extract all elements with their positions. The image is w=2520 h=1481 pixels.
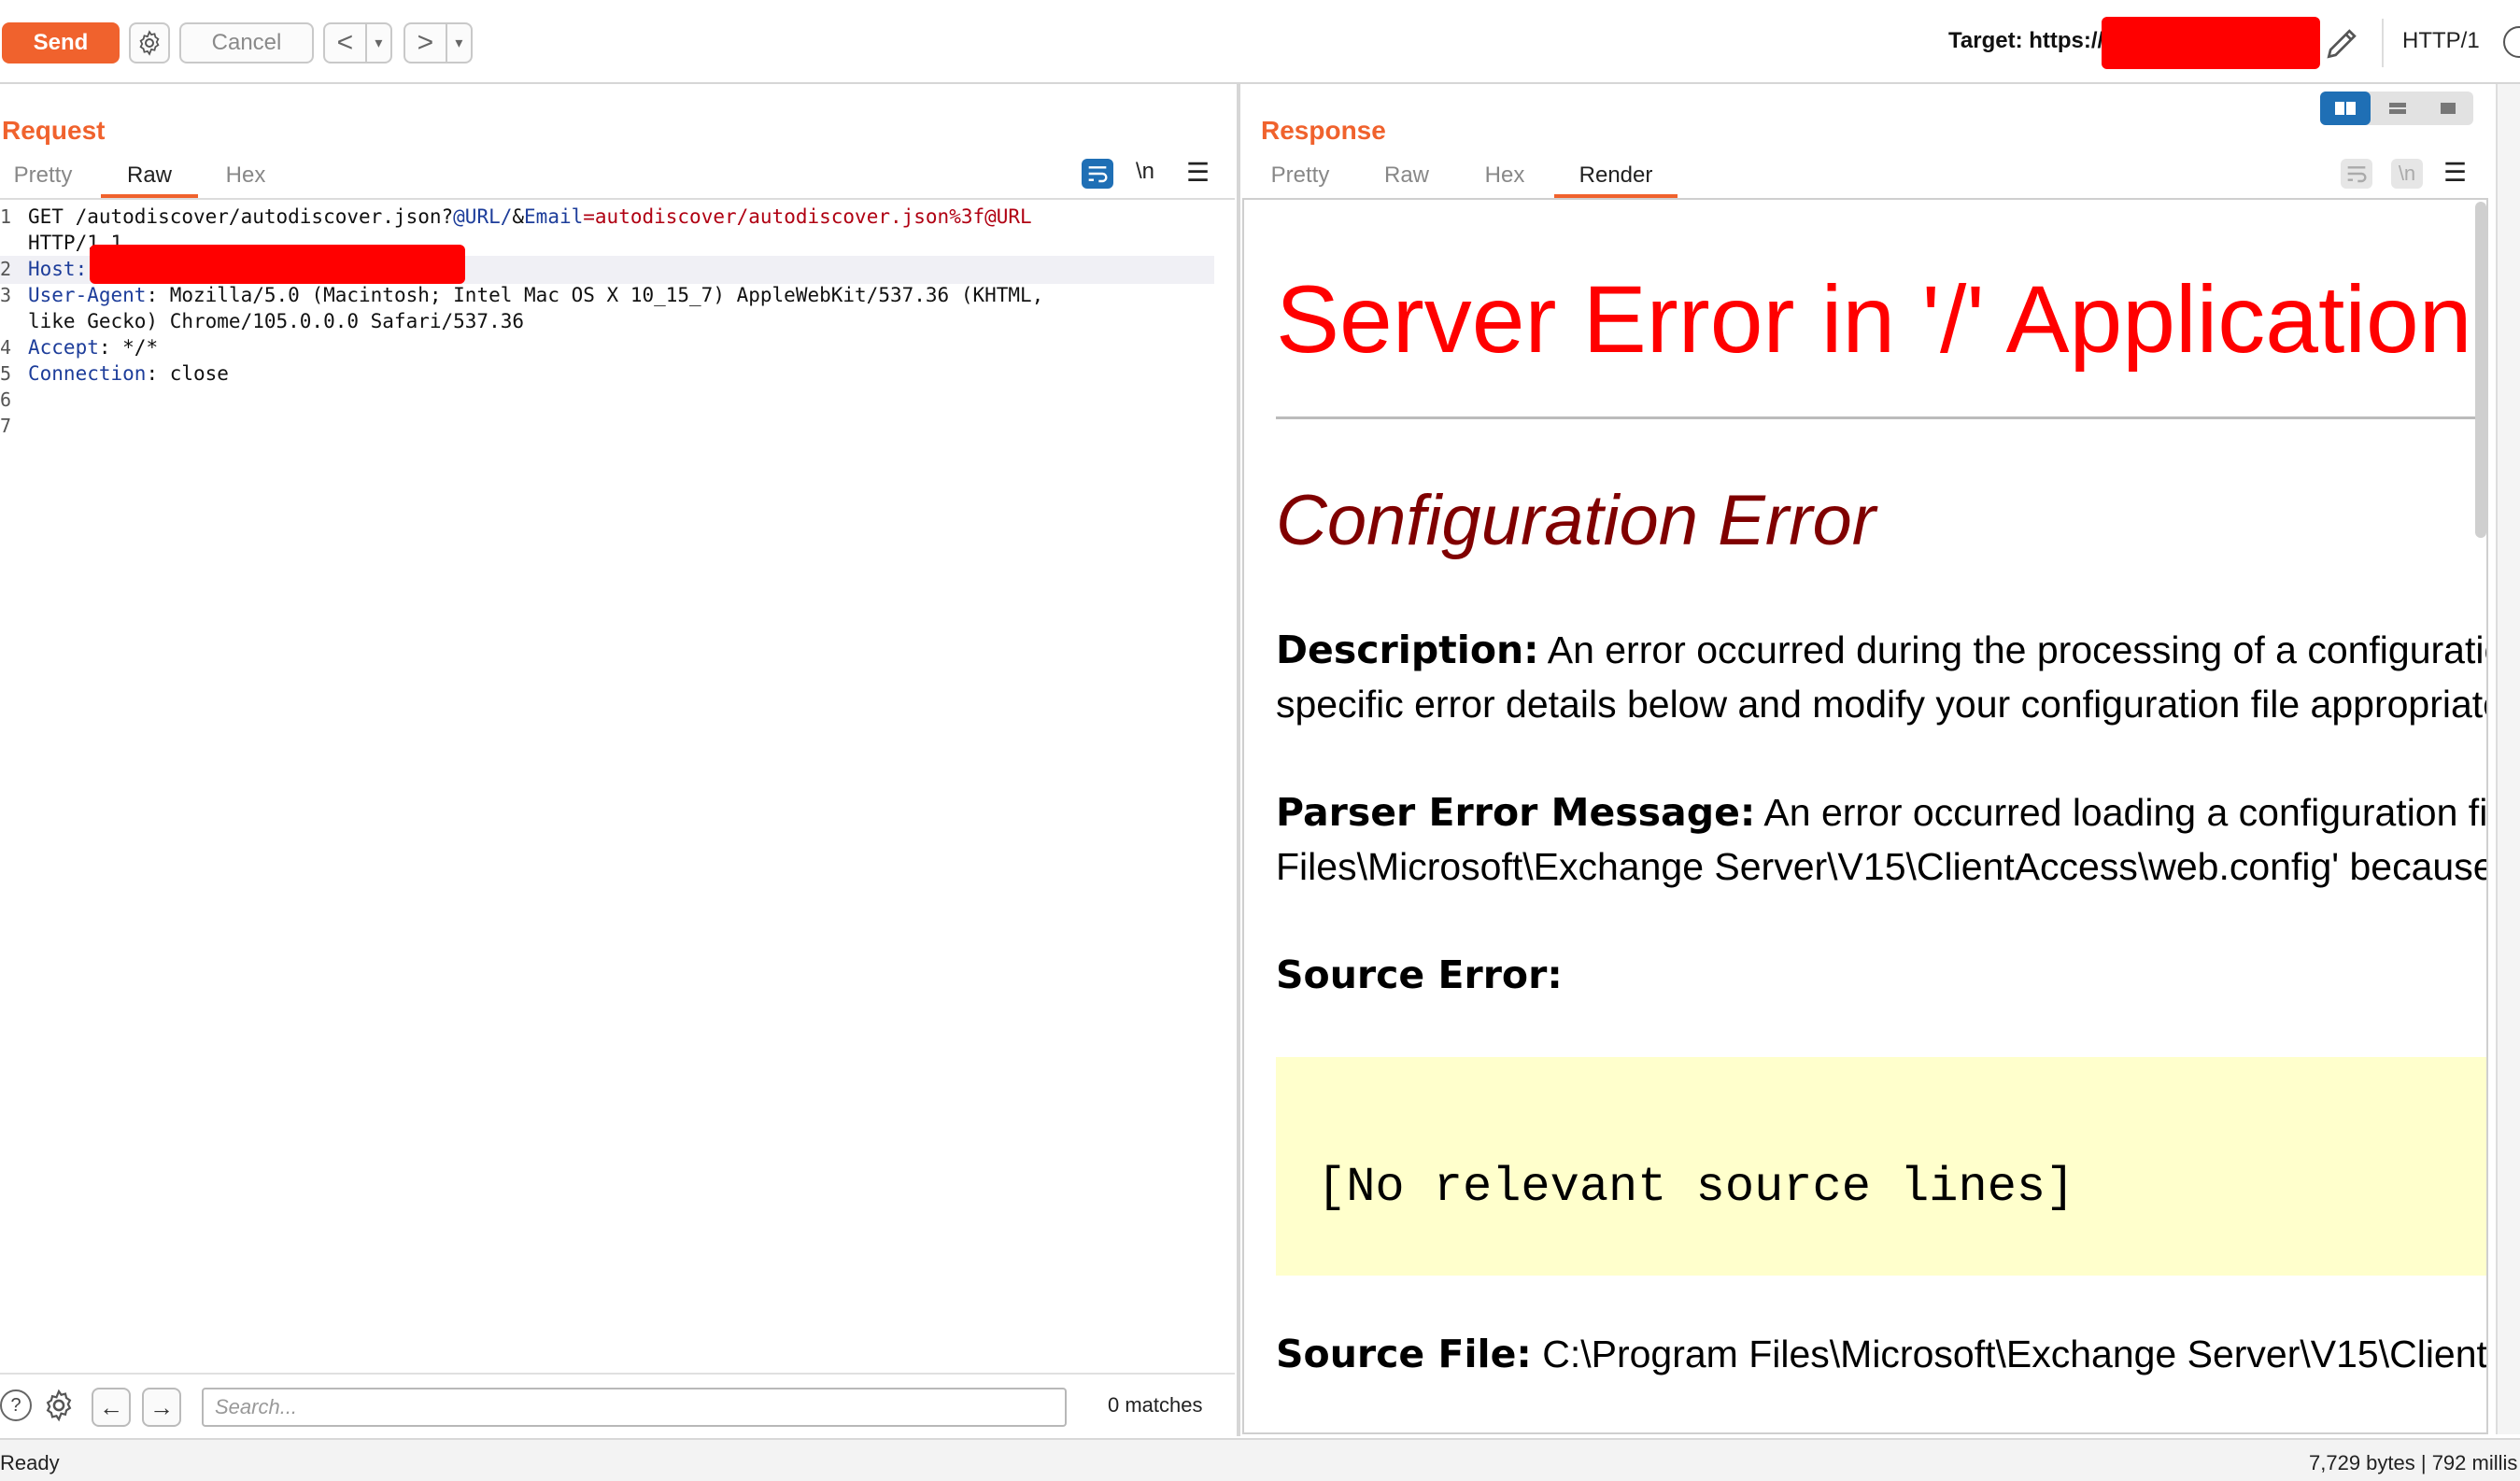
line-number: 7 [0,415,12,437]
line-number: 4 [0,336,12,359]
inspector-side-strip[interactable] [2496,84,2520,1434]
response-menu-icon[interactable]: ☰ [2443,157,2467,188]
line-number: 1 [0,205,12,228]
host-value-redaction [90,245,465,284]
wrap-icon [1088,166,1108,183]
columns-icon [2335,102,2356,115]
request-line: GET /autodiscover/autodiscover.json?@URL… [28,205,1032,228]
render-description-cont: specific error details below and modify … [1276,683,2488,726]
back-button[interactable]: < [325,24,367,62]
layout-side-by-side-button[interactable] [2320,92,2371,125]
status-text: Ready [0,1451,60,1474]
response-newline-toggle[interactable]: \n [2391,159,2423,189]
request-pane-title: Request [2,116,106,145]
response-tab-pretty[interactable]: Pretty [1252,157,1349,194]
cancel-button[interactable]: Cancel [179,22,314,63]
toolbar-separator [2382,19,2384,67]
header-connection: Connection: close [28,362,229,385]
newline-toggle[interactable]: \n [1136,159,1154,185]
settings-gear-button[interactable] [129,22,170,63]
response-size-timing: 7,729 bytes | 792 millis [2309,1451,2518,1474]
search-previous-button[interactable]: ← [92,1388,131,1427]
render-parser-error: Parser Error Message: An error occurred … [1276,790,2488,835]
render-source-text: [No relevant source lines] [1317,1160,2075,1215]
render-description: Description: An error occurred during th… [1276,628,2486,672]
wrap-icon [2347,166,2367,183]
response-tab-raw[interactable]: Raw [1364,157,1450,194]
search-help-icon[interactable]: ? [0,1389,32,1421]
response-tab-render[interactable]: Render [1554,157,1678,198]
forward-dropdown-button[interactable]: ▾ [447,24,471,62]
response-pane-title: Response [1261,116,1386,145]
http-version-selector[interactable]: HTTP/1 [2402,28,2480,54]
search-matches-count: 0 matches [1108,1393,1203,1417]
forward-history-group: > ▾ [403,22,473,63]
target-host-redaction [2102,17,2320,69]
status-bar: Ready 7,729 bytes | 792 millis [0,1438,2520,1481]
header-accept: Accept: */* [28,336,159,359]
request-tab-pretty[interactable]: Pretty [0,157,86,194]
header-host: Host: [28,258,88,280]
request-editor[interactable]: 1 GET /autodiscover/autodiscover.json?@U… [0,198,1235,1375]
request-menu-icon[interactable]: ☰ [1186,157,1210,188]
search-input[interactable] [202,1388,1067,1427]
pencil-icon [2327,29,2357,59]
rows-icon [2389,103,2406,114]
help-icon[interactable] [2503,26,2520,58]
line-number: 5 [0,362,12,385]
pane-divider[interactable] [1237,84,1240,1436]
response-scrollbar[interactable] [2475,202,2486,538]
single-pane-icon [2441,103,2456,114]
render-divider [1276,416,2486,419]
line-number: 3 [0,284,12,306]
render-subheading: Configuration Error [1276,481,1876,560]
target-label: Target: https:// [1948,28,2104,53]
response-word-wrap-toggle[interactable] [2341,159,2372,189]
edit-target-button[interactable] [2322,22,2363,63]
line-number: 6 [0,388,12,411]
search-next-button[interactable]: → [142,1388,181,1427]
render-parser-error-cont: Files\Microsoft\Exchange Server\V15\Clie… [1276,845,2488,888]
request-search-bar: ? ← → 0 matches [0,1373,1235,1436]
layout-view-toggle [2320,92,2473,125]
back-history-group: < ▾ [323,22,392,63]
render-source-error-label: Source Error: [1276,952,1563,997]
line-number: 2 [0,258,12,280]
render-source-box: [No relevant source lines] [1276,1057,2486,1276]
response-render-view[interactable]: Server Error in '/' Application. Configu… [1242,198,2488,1434]
forward-button[interactable]: > [405,24,447,62]
request-tab-raw[interactable]: Raw [101,157,198,198]
layout-stacked-button[interactable] [2372,92,2423,125]
render-source-file: Source File: C:\Program Files\Microsoft\… [1276,1332,2487,1376]
gear-icon [139,30,160,56]
request-tab-hex[interactable]: Hex [205,157,286,194]
send-button[interactable]: Send [2,22,120,63]
response-tab-hex[interactable]: Hex [1465,157,1545,194]
header-user-agent-cont: like Gecko) Chrome/105.0.0.0 Safari/537.… [28,310,525,332]
header-user-agent: User-Agent: Mozilla/5.0 (Macintosh; Inte… [28,284,1044,306]
layout-tabs-button[interactable] [2423,92,2473,125]
top-toolbar: Send Cancel < ▾ > ▾ Target: https:// HTT… [0,0,2520,84]
word-wrap-toggle[interactable] [1082,159,1113,189]
search-settings-button[interactable] [41,1388,77,1423]
gear-icon [46,1389,72,1422]
render-heading: Server Error in '/' Application. [1276,266,2488,373]
back-dropdown-button[interactable]: ▾ [367,24,390,62]
